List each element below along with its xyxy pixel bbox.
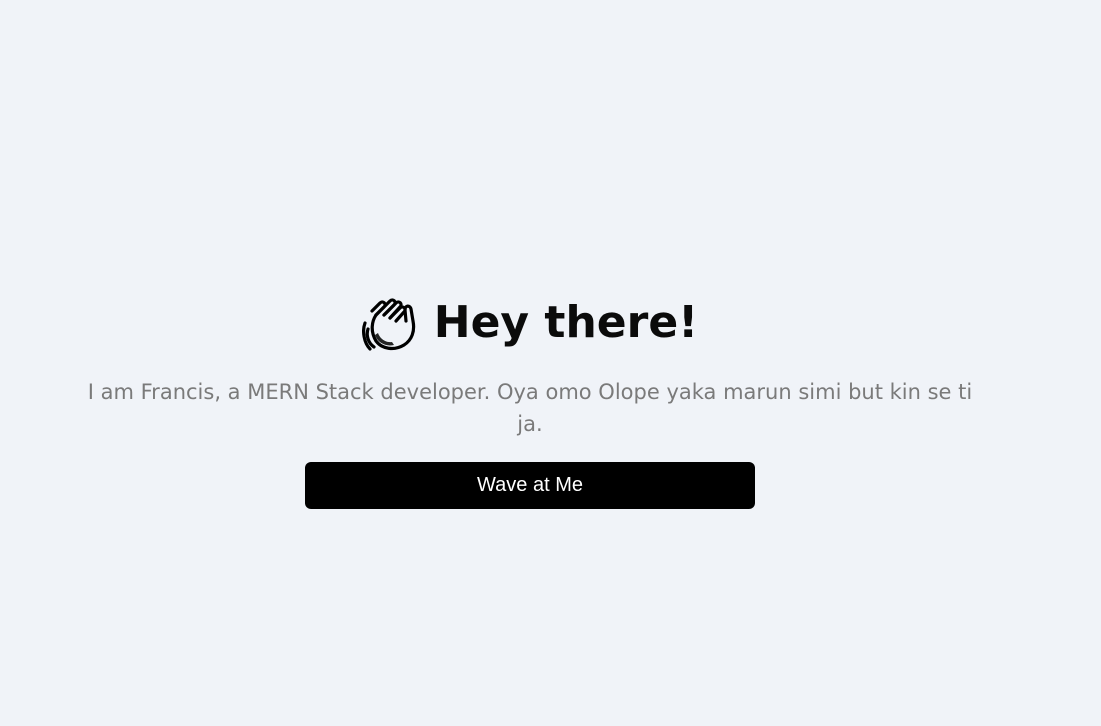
waving-hand-icon <box>361 293 420 353</box>
bio-text: I am Francis, a MERN Stack developer. Oy… <box>87 380 973 436</box>
page: Hey there! I am Francis, a MERN Stack de… <box>0 0 1101 726</box>
page-title: Hey there! <box>433 297 699 348</box>
wave-button[interactable]: Wave at Me <box>305 462 755 509</box>
hero-header: Hey there! <box>0 288 1060 358</box>
